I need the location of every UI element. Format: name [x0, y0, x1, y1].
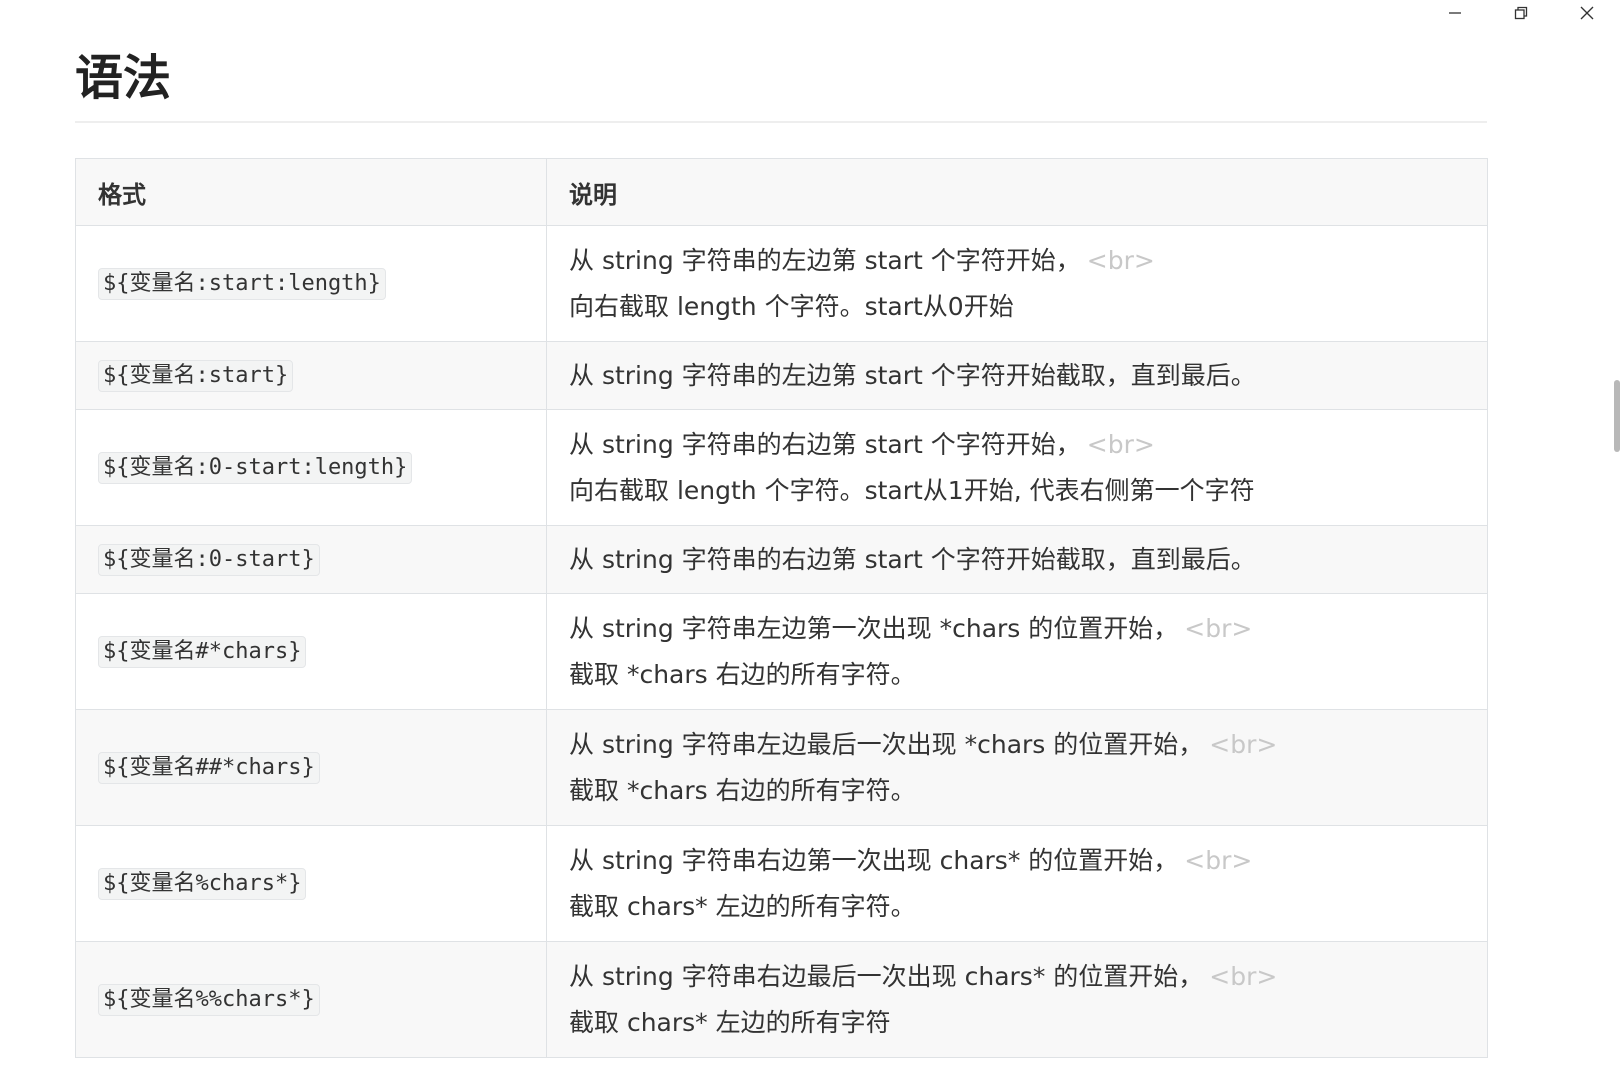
description-line: 截取 *chars 右边的所有字符。 [569, 659, 916, 689]
table-row: ${变量名:start} 从 string 字符串的左边第 start 个字符开… [75, 341, 1488, 410]
format-cell: ${变量名:0-start:length} [75, 409, 547, 526]
format-cell: ${变量名%chars*} [75, 825, 547, 942]
description-text: 从 string 字符串右边第一次出现 chars* 的位置开始， [569, 845, 1179, 875]
minimize-icon [1449, 12, 1461, 14]
br-tag: <br> [1184, 613, 1253, 643]
restore-button[interactable] [1488, 0, 1554, 26]
format-code: ${变量名%chars*} [98, 867, 307, 900]
format-code: ${变量名##*chars} [98, 751, 320, 784]
window-controls [1410, 0, 1620, 26]
br-tag: <br> [1209, 961, 1278, 991]
format-cell: ${变量名#*chars} [75, 593, 547, 710]
description-line: 截取 chars* 左边的所有字符 [569, 1007, 891, 1037]
table-row: ${变量名:start:length} 从 string 字符串的左边第 sta… [75, 225, 1488, 342]
description-line: 截取 chars* 左边的所有字符。 [569, 891, 916, 921]
description-cell: 从 string 字符串的右边第 start 个字符开始截取，直到最后。 [546, 525, 1488, 594]
table-row: ${变量名:0-start:length} 从 string 字符串的右边第 s… [75, 409, 1488, 526]
format-cell: ${变量名:0-start} [75, 525, 547, 594]
format-cell: ${变量名##*chars} [75, 709, 547, 826]
description-text: 从 string 字符串左边第一次出现 *chars 的位置开始， [569, 613, 1179, 643]
table-row: ${变量名%%chars*} 从 string 字符串右边最后一次出现 char… [75, 941, 1488, 1058]
description-line: 从 string 字符串的右边第 start 个字符开始， <br> [569, 422, 1465, 468]
br-tag: <br> [1184, 845, 1253, 875]
table-row: ${变量名#*chars} 从 string 字符串左边第一次出现 *chars… [75, 593, 1488, 710]
format-cell: ${变量名:start:length} [75, 225, 547, 342]
vertical-scrollbar[interactable] [1614, 380, 1620, 452]
br-tag: <br> [1086, 245, 1155, 275]
description-line: 从 string 字符串左边最后一次出现 *chars 的位置开始， <br> [569, 722, 1465, 768]
description-line: 从 string 字符串左边第一次出现 *chars 的位置开始， <br> [569, 606, 1465, 652]
description-line: 从 string 字符串的左边第 start 个字符开始截取，直到最后。 [569, 360, 1256, 390]
minimize-button[interactable] [1422, 0, 1488, 26]
description-cell: 从 string 字符串的左边第 start 个字符开始， <br> 向右截取 l… [546, 225, 1488, 342]
description-line: 从 string 字符串右边最后一次出现 chars* 的位置开始， <br> [569, 954, 1465, 1000]
table-header-row: 格式 说明 [75, 158, 1488, 226]
table-row: ${变量名%chars*} 从 string 字符串右边第一次出现 chars*… [75, 825, 1488, 942]
format-code: ${变量名%%chars*} [98, 983, 320, 1016]
heading-divider [75, 121, 1487, 123]
description-line: 向右截取 length 个字符。start从0开始 [569, 291, 1014, 321]
format-code: ${变量名#*chars} [98, 635, 307, 668]
description-text: 从 string 字符串的右边第 start 个字符开始， [569, 429, 1081, 459]
description-cell: 从 string 字符串右边最后一次出现 chars* 的位置开始， <br> 截… [546, 941, 1488, 1058]
format-code: ${变量名:start:length} [98, 267, 386, 300]
table-row: ${变量名:0-start} 从 string 字符串的右边第 start 个字… [75, 525, 1488, 594]
description-cell: 从 string 字符串右边第一次出现 chars* 的位置开始， <br> 截取… [546, 825, 1488, 942]
description-line: 从 string 字符串的右边第 start 个字符开始截取，直到最后。 [569, 544, 1256, 574]
description-cell: 从 string 字符串的右边第 start 个字符开始， <br> 向右截取 l… [546, 409, 1488, 526]
description-cell: 从 string 字符串左边最后一次出现 *chars 的位置开始， <br> 截… [546, 709, 1488, 826]
column-header-description: 说明 [546, 158, 1488, 226]
table-row: ${变量名##*chars} 从 string 字符串左边最后一次出现 *cha… [75, 709, 1488, 826]
description-text: 从 string 字符串左边最后一次出现 *chars 的位置开始， [569, 729, 1204, 759]
description-text: 从 string 字符串右边最后一次出现 chars* 的位置开始， [569, 961, 1204, 991]
close-button[interactable] [1554, 0, 1620, 26]
description-cell: 从 string 字符串的左边第 start 个字符开始截取，直到最后。 [546, 341, 1488, 410]
description-line: 从 string 字符串的左边第 start 个字符开始， <br> [569, 238, 1465, 284]
description-line: 向右截取 length 个字符。start从1开始, 代表右侧第一个字符 [569, 475, 1255, 505]
column-header-format: 格式 [75, 158, 547, 226]
format-cell: ${变量名%%chars*} [75, 941, 547, 1058]
br-tag: <br> [1086, 429, 1155, 459]
format-code: ${变量名:start} [98, 359, 294, 392]
description-cell: 从 string 字符串左边第一次出现 *chars 的位置开始， <br> 截取… [546, 593, 1488, 710]
description-line: 从 string 字符串右边第一次出现 chars* 的位置开始， <br> [569, 838, 1465, 884]
page-title: 语法 [75, 50, 172, 106]
description-text: 从 string 字符串的左边第 start 个字符开始， [569, 245, 1081, 275]
restore-icon [1514, 6, 1528, 20]
close-icon [1580, 6, 1594, 20]
format-cell: ${变量名:start} [75, 341, 547, 410]
description-line: 截取 *chars 右边的所有字符。 [569, 775, 916, 805]
br-tag: <br> [1209, 729, 1278, 759]
syntax-table: 格式 说明 ${变量名:start:length} 从 string 字符串的左… [75, 158, 1488, 1058]
format-code: ${变量名:0-start:length} [98, 451, 413, 484]
format-code: ${变量名:0-start} [98, 543, 320, 576]
